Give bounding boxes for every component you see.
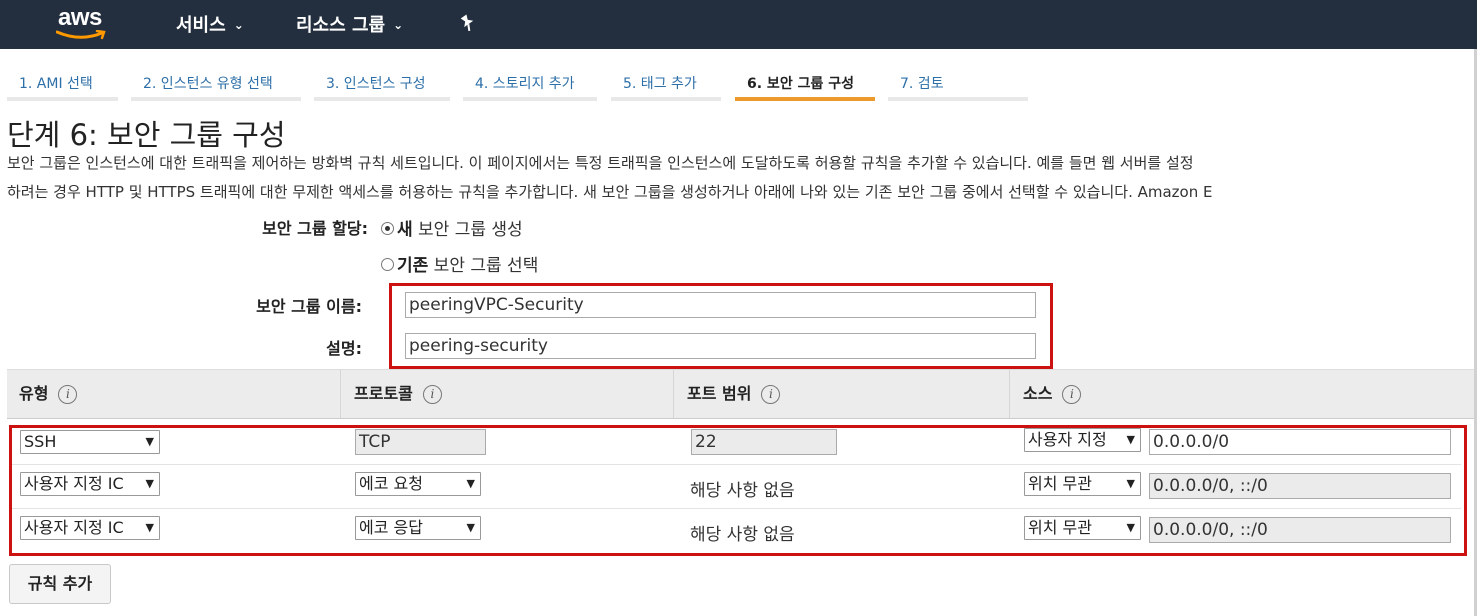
aws-smile-icon xyxy=(56,30,106,40)
tab-label: 3. 인스턴스 구성 xyxy=(326,76,426,92)
pin-icon[interactable] xyxy=(458,12,478,32)
tab-underline xyxy=(131,97,301,101)
aws-logo-text: aws xyxy=(58,4,102,31)
rule-protocol-select[interactable]: 에코 요청 ▼ xyxy=(355,472,481,496)
tab-label: 5. 태그 추가 xyxy=(623,76,697,92)
radio-existing[interactable] xyxy=(381,258,394,271)
rule-source-select[interactable]: 사용자 지정 ▼ xyxy=(1024,428,1141,452)
add-rule-button[interactable]: 규칙 추가 xyxy=(9,564,111,604)
assign-security-group-label: 보안 그룹 할당: xyxy=(262,219,368,238)
rule-port-text: 해당 사항 없음 xyxy=(690,525,795,545)
rule-protocol-field: TCP xyxy=(355,429,486,455)
services-menu-label: 서비스 xyxy=(176,15,226,36)
rule-type-select[interactable]: 사용자 지정 IC ▼ xyxy=(20,516,160,540)
tab-step-5-tags[interactable]: 5. 태그 추가 xyxy=(611,63,721,101)
dropdown-arrow-icon: ▼ xyxy=(1123,473,1135,495)
header-source: 소스 i xyxy=(1023,380,1082,405)
rule-source-select[interactable]: 위치 무관 ▼ xyxy=(1024,516,1141,540)
rule-port-text: 해당 사항 없음 xyxy=(690,481,795,501)
header-type: 유형 i xyxy=(19,380,78,405)
existing-option-label: 보안 그룹 선택 xyxy=(428,256,539,276)
info-icon[interactable]: i xyxy=(1062,385,1082,404)
header-protocol: 프로토콜 i xyxy=(354,380,442,405)
tab-step-1-ami[interactable]: 1. AMI 선택 xyxy=(7,63,118,101)
rule-source-select[interactable]: 위치 무관 ▼ xyxy=(1024,472,1141,496)
column-divider xyxy=(1009,370,1010,418)
tab-underline-active xyxy=(735,97,875,101)
column-divider xyxy=(673,370,674,418)
info-icon[interactable]: i xyxy=(58,385,78,404)
radio-new-selected[interactable] xyxy=(381,222,394,235)
new-security-group-option[interactable]: 새 보안 그룹 생성 xyxy=(381,215,523,240)
tab-step-6-security-group[interactable]: 6. 보안 그룹 구성 xyxy=(735,63,875,101)
tab-underline xyxy=(888,97,1028,101)
tab-label: 1. AMI 선택 xyxy=(19,76,93,92)
dropdown-arrow-icon: ▼ xyxy=(1123,517,1135,539)
resource-groups-menu-label: 리소스 그룹 xyxy=(296,15,386,36)
chevron-down-icon: ⌄ xyxy=(393,18,404,32)
dropdown-arrow-icon: ▼ xyxy=(142,517,154,539)
rule-source-cidr-input[interactable]: 0.0.0.0/0 xyxy=(1149,429,1451,455)
row-divider xyxy=(12,508,1461,509)
column-divider xyxy=(340,370,341,418)
new-option-bold: 새 xyxy=(397,220,413,240)
rule-source-cidr-input[interactable]: 0.0.0.0/0, ::/0 xyxy=(1149,473,1451,499)
rule-type-select[interactable]: 사용자 지정 IC ▼ xyxy=(20,472,160,496)
security-group-description-label: 설명: xyxy=(326,339,362,358)
tab-label: 7. 검토 xyxy=(900,76,944,92)
security-group-description-input[interactable]: peering-security xyxy=(405,333,1036,359)
tab-underline xyxy=(314,97,450,101)
tab-underline xyxy=(611,97,721,101)
page-title: 단계 6: 보안 그룹 구성 xyxy=(7,118,286,152)
existing-option-bold: 기존 xyxy=(397,256,429,276)
rule-port-input[interactable]: 22 xyxy=(691,429,837,455)
chevron-down-icon: ⌄ xyxy=(233,18,244,32)
header-port-range: 포트 범위 i xyxy=(687,380,781,405)
dropdown-arrow-icon: ▼ xyxy=(1123,429,1135,451)
tab-label: 6. 보안 그룹 구성 xyxy=(747,76,854,92)
rule-type-select[interactable]: SSH ▼ xyxy=(20,430,160,454)
rule-source-cidr-input[interactable]: 0.0.0.0/0, ::/0 xyxy=(1149,517,1451,543)
aws-logo[interactable]: aws xyxy=(56,4,112,42)
rule-protocol-select[interactable]: 에코 응답 ▼ xyxy=(355,516,481,540)
security-group-name-input[interactable]: peeringVPC-Security xyxy=(405,292,1036,318)
existing-security-group-option[interactable]: 기존 보안 그룹 선택 xyxy=(381,251,538,276)
tab-step-4-storage[interactable]: 4. 스토리지 추가 xyxy=(463,63,597,101)
resource-groups-menu[interactable]: 리소스 그룹 ⌄ xyxy=(296,11,403,37)
tab-underline xyxy=(463,97,597,101)
info-icon[interactable]: i xyxy=(422,385,442,404)
services-menu[interactable]: 서비스 ⌄ xyxy=(176,11,244,37)
dropdown-arrow-icon: ▼ xyxy=(463,473,475,495)
tab-underline xyxy=(7,97,118,101)
row-divider xyxy=(12,464,1461,465)
top-navigation-bar: aws 서비스 ⌄ 리소스 그룹 ⌄ xyxy=(0,0,1477,49)
page-description-line-2: 하려는 경우 HTTP 및 HTTPS 트래픽에 대한 무제한 액세스를 허용하… xyxy=(7,183,1213,201)
tab-label: 2. 인스턴스 유형 선택 xyxy=(143,76,273,92)
rules-table-header: 유형 i 프로토콜 i 포트 범위 i 소스 i xyxy=(7,369,1474,419)
info-icon[interactable]: i xyxy=(761,385,781,404)
security-group-name-label: 보안 그룹 이름: xyxy=(256,297,362,316)
dropdown-arrow-icon: ▼ xyxy=(142,431,154,453)
tab-label: 4. 스토리지 추가 xyxy=(475,76,575,92)
page-description-line-1: 보안 그룹은 인스턴스에 대한 트래픽을 제어하는 방화벽 규칙 세트입니다. … xyxy=(7,154,1194,172)
tab-step-2-instance-type[interactable]: 2. 인스턴스 유형 선택 xyxy=(131,63,301,101)
tab-step-7-review[interactable]: 7. 검토 xyxy=(888,63,1028,101)
dropdown-arrow-icon: ▼ xyxy=(142,473,154,495)
tab-step-3-instance-config[interactable]: 3. 인스턴스 구성 xyxy=(314,63,450,101)
dropdown-arrow-icon: ▼ xyxy=(463,517,475,539)
new-option-label: 보안 그룹 생성 xyxy=(412,220,523,240)
